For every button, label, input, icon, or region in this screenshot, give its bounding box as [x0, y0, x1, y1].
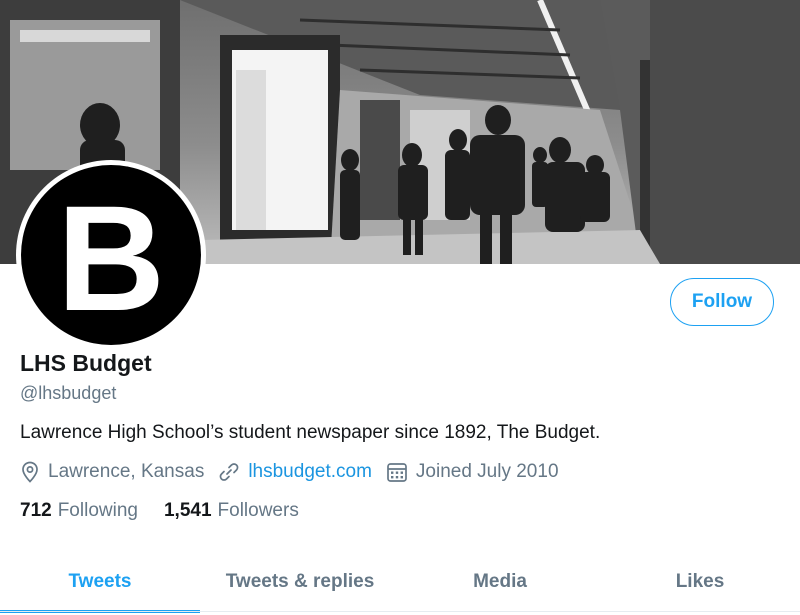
calendar-icon	[387, 463, 407, 482]
joined-text: Joined July 2010	[415, 461, 559, 482]
tab-likes[interactable]: Likes	[600, 550, 800, 613]
location-text: Lawrence, Kansas	[48, 461, 205, 482]
following-label: Following	[57, 500, 138, 521]
tab-tweets[interactable]: Tweets	[0, 550, 200, 613]
followers-stat[interactable]: 1,541 Followers	[164, 500, 299, 522]
website-link[interactable]: lhsbudget.com	[248, 461, 372, 483]
profile-stats: 712 Following 1,541 Followers	[20, 498, 325, 524]
follow-button[interactable]: Follow	[670, 278, 774, 326]
avatar-logo: B	[21, 165, 201, 345]
profile-avatar[interactable]: B	[16, 160, 206, 350]
profile-meta: Lawrence, Kansas lhsbudget.com Joined Ju…	[20, 458, 573, 486]
display-name: LHS Budget	[20, 350, 152, 376]
avatar-letter: B	[56, 174, 166, 342]
profile-bio: Lawrence High School’s student newspaper…	[20, 422, 601, 443]
following-count: 712	[20, 500, 52, 521]
tab-tweets-replies[interactable]: Tweets & replies	[200, 550, 400, 613]
following-stat[interactable]: 712 Following	[20, 500, 138, 522]
profile-location: Lawrence, Kansas	[20, 461, 204, 483]
followers-count: 1,541	[163, 500, 212, 521]
link-icon	[219, 463, 239, 481]
tabs-divider	[0, 611, 800, 612]
profile-website[interactable]: lhsbudget.com	[218, 461, 372, 483]
user-handle: @lhsbudget	[20, 383, 117, 403]
profile-tabs: Tweets Tweets & replies Media Likes	[0, 550, 800, 613]
location-pin-icon	[22, 461, 38, 483]
followers-label: Followers	[217, 500, 299, 521]
tab-media[interactable]: Media	[400, 550, 600, 613]
profile-joined: Joined July 2010	[386, 461, 559, 483]
